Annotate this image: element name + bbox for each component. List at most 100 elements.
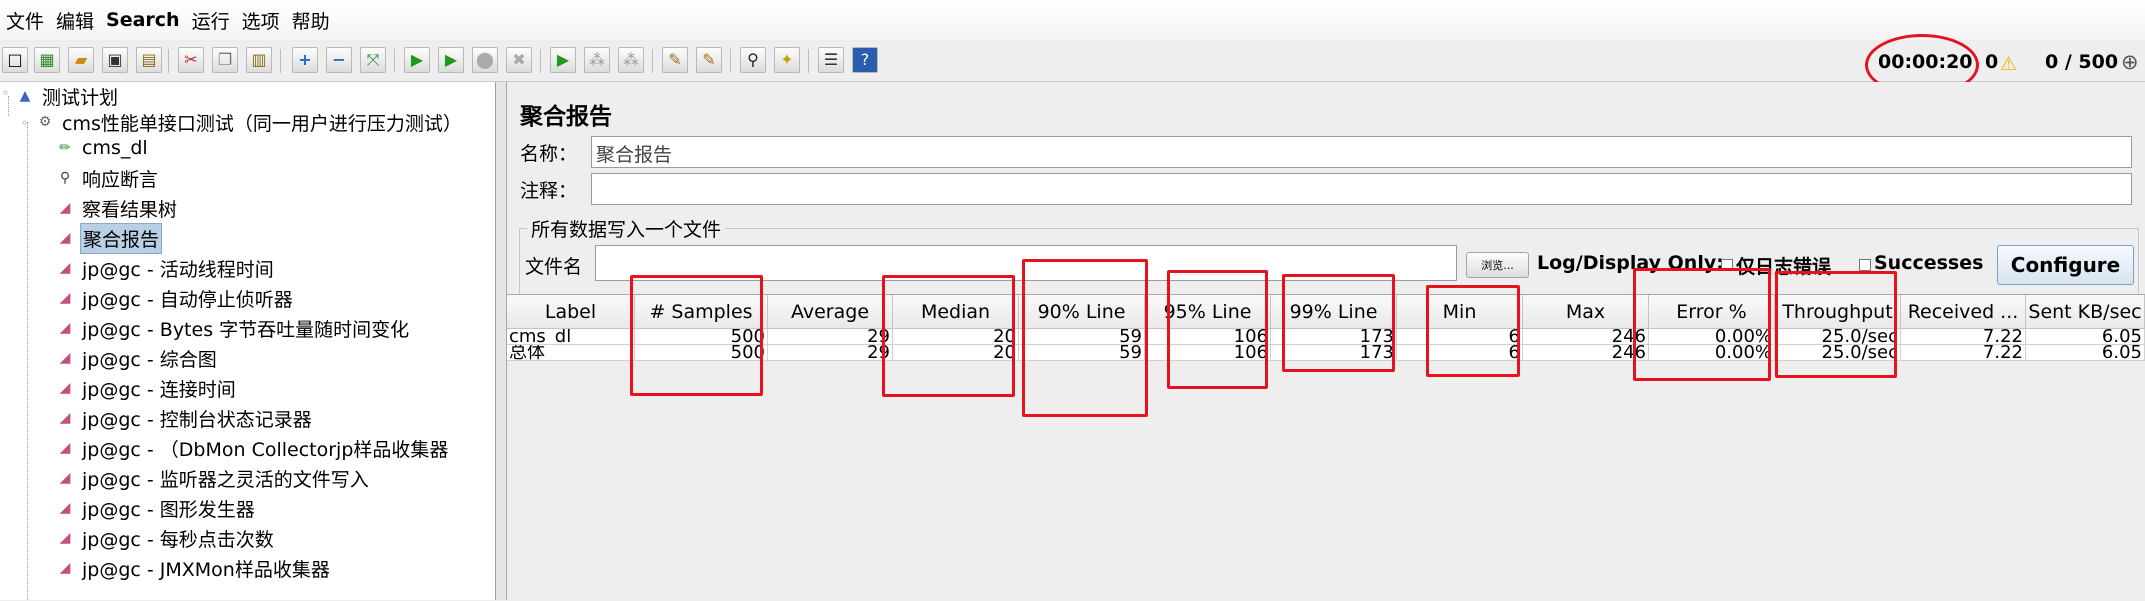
- errors-only-checkbox[interactable]: [1721, 259, 1733, 271]
- filename-input[interactable]: [595, 245, 1457, 281]
- copy-icon[interactable]: ❐: [212, 47, 238, 73]
- column-header-throughput[interactable]: Throughput: [1775, 295, 1901, 329]
- menu-options[interactable]: 选项: [236, 7, 286, 34]
- save-as-icon[interactable]: ▤: [136, 47, 162, 73]
- cell-min: 6: [1397, 329, 1523, 345]
- table-row[interactable]: 总体 500 29 20 59 106 173 6 246 0.00% 25.0/sec 7.22 6.…: [507, 345, 2145, 361]
- collapse-icon[interactable]: −: [326, 47, 352, 73]
- tree-item[interactable]: ◢ 察看结果树: [56, 194, 179, 222]
- column-header-90-line[interactable]: 90% Line: [1019, 295, 1145, 329]
- tree-item[interactable]: ◢ jp@gc - 监听器之灵活的文件写入: [56, 464, 371, 492]
- tree-item-label: 聚合报告: [80, 222, 163, 254]
- remote-shutdown-icon[interactable]: ⁂: [618, 47, 644, 73]
- browse-button[interactable]: 浏览...: [1466, 252, 1529, 278]
- tree-item[interactable]: ◢ jp@gc - 自动停止侦听器: [56, 284, 295, 312]
- expand-icon[interactable]: +: [292, 47, 318, 73]
- cell-average: 29: [768, 329, 893, 345]
- warning-icon[interactable]: ⚠: [2000, 53, 2017, 75]
- tree-item[interactable]: ⚲ 响应断言: [56, 164, 160, 192]
- tree-item[interactable]: ◢ jp@gc - 活动线程时间: [56, 254, 276, 282]
- menu-bar: 文件 编辑 Search 运行 选项 帮助: [0, 0, 2145, 40]
- cell-95-line: 106: [1145, 329, 1271, 345]
- table-row[interactable]: cms_dl 500 29 20 59 106 173 6 246 0.00% 25.0/sec 7.…: [507, 329, 2145, 345]
- expander-icon[interactable]: ◦: [21, 116, 28, 130]
- tree-item-label: jp@gc - 自动停止侦听器: [82, 288, 293, 311]
- tree-thread-group[interactable]: ⚙ cms性能单接口测试（同一用户进行压力测试）: [36, 108, 464, 136]
- remote-stop-icon[interactable]: ⁂: [584, 47, 610, 73]
- successes-checkbox[interactable]: [1859, 259, 1871, 271]
- cell-max: 246: [1523, 345, 1649, 361]
- tree-item[interactable]: ◢ jp@gc - Bytes 字节吞吐量随时间变化: [56, 314, 411, 342]
- column-header-error[interactable]: Error %: [1649, 295, 1775, 329]
- start-no-pause-icon[interactable]: ▶: [438, 47, 464, 73]
- toolbar: □ ▦ ▰ ▣ ▤ ✂ ❐ ▥ + − ⤧ ▶ ▶ ⬤ ✖ ▶ ⁂ ⁂ ✎ ✎ …: [0, 41, 2145, 82]
- start-icon[interactable]: ▶: [404, 47, 430, 73]
- column-header-sent[interactable]: Sent KB/sec: [2026, 295, 2145, 329]
- menu-search[interactable]: Search: [100, 9, 186, 31]
- panel-splitter[interactable]: [496, 82, 507, 600]
- tree-item[interactable]: ◢ 聚合报告: [56, 222, 163, 254]
- cell-received: 7.22: [1901, 345, 2026, 361]
- cell-max: 246: [1523, 329, 1649, 345]
- tree-item-label: jp@gc - （DbMon Collectorjp样品收集器: [82, 438, 449, 461]
- tree-item[interactable]: ◢ jp@gc - 控制台状态记录器: [56, 404, 314, 432]
- cell-median: 20: [893, 329, 1019, 345]
- clear-icon[interactable]: ✎: [662, 47, 688, 73]
- test-plan-tree: ◦ ▲ 测试计划 ◦ ⚙ cms性能单接口测试（同一用户进行压力测试） ✏ cms…: [0, 82, 496, 600]
- gear-icon: ⚙: [38, 114, 52, 130]
- tree-item[interactable]: ◢ jp@gc - 每秒点击次数: [56, 524, 276, 552]
- table-header: Label # Samples Average Median 90% Line 95% L…: [507, 295, 2145, 329]
- comment-label: 注释：: [520, 180, 578, 202]
- assertion-icon: ⚲: [59, 170, 71, 186]
- column-header-median[interactable]: Median: [893, 295, 1019, 329]
- stop-icon[interactable]: ⬤: [472, 47, 498, 73]
- paste-icon[interactable]: ▥: [246, 47, 272, 73]
- tree-item-label: jp@gc - 监听器之灵活的文件写入: [82, 468, 369, 491]
- tree-root[interactable]: ▲ 测试计划: [16, 82, 120, 110]
- search-icon[interactable]: ⚲: [740, 47, 766, 73]
- menu-help[interactable]: 帮助: [286, 7, 336, 34]
- tree-item-label: jp@gc - 活动线程时间: [82, 258, 274, 281]
- tree-item[interactable]: ◢ jp@gc - 综合图: [56, 344, 219, 372]
- cell-sent: 6.05: [2026, 345, 2145, 361]
- menu-run[interactable]: 运行: [186, 7, 236, 34]
- new-icon[interactable]: □: [2, 47, 28, 73]
- tree-item[interactable]: ◢ jp@gc - JMXMon样品收集器: [56, 554, 332, 582]
- remote-start-icon[interactable]: ▶: [550, 47, 576, 73]
- tree-item[interactable]: ◢ jp@gc - （DbMon Collectorjp样品收集器: [56, 434, 450, 462]
- shutdown-icon[interactable]: ✖: [506, 47, 532, 73]
- toggle-icon[interactable]: ⤧: [360, 47, 386, 73]
- column-header-label[interactable]: Label: [507, 295, 635, 329]
- clear-all-icon[interactable]: ✎: [696, 47, 722, 73]
- cell-samples: 500: [635, 329, 768, 345]
- column-header-received[interactable]: Received ...: [1901, 295, 2026, 329]
- column-header-average[interactable]: Average: [768, 295, 893, 329]
- configure-button[interactable]: Configure: [1997, 245, 2134, 285]
- save-icon[interactable]: ▣: [102, 47, 128, 73]
- comment-field[interactable]: [591, 173, 2132, 205]
- menu-file[interactable]: 文件: [0, 7, 50, 34]
- tree-item-label: jp@gc - 连接时间: [82, 378, 236, 401]
- cell-90-line: 59: [1019, 345, 1145, 361]
- tree-item[interactable]: ✏ cms_dl: [56, 134, 150, 162]
- listener-icon: ◢: [59, 440, 71, 456]
- column-header-samples[interactable]: # Samples: [635, 295, 768, 329]
- templates-icon[interactable]: ▦: [34, 47, 60, 73]
- cut-icon[interactable]: ✂: [178, 47, 204, 73]
- column-header-max[interactable]: Max: [1523, 295, 1649, 329]
- tree-item[interactable]: ◢ jp@gc - 连接时间: [56, 374, 238, 402]
- menu-edit[interactable]: 编辑: [50, 7, 100, 34]
- column-header-95-line[interactable]: 95% Line: [1145, 295, 1271, 329]
- open-icon[interactable]: ▰: [68, 47, 94, 73]
- expander-icon[interactable]: ◦: [2, 86, 9, 100]
- column-header-min[interactable]: Min: [1397, 295, 1523, 329]
- reset-search-icon[interactable]: ✦: [774, 47, 800, 73]
- function-helper-icon[interactable]: ☰: [818, 47, 844, 73]
- tree-item[interactable]: ◢ jp@gc - 图形发生器: [56, 494, 257, 522]
- cell-error: 0.00%: [1649, 329, 1775, 345]
- column-header-99-line[interactable]: 99% Line: [1271, 295, 1397, 329]
- help-icon[interactable]: ?: [852, 47, 878, 73]
- name-field[interactable]: 聚合报告: [591, 136, 2132, 168]
- cell-label: 总体: [507, 345, 635, 361]
- elapsed-time: 00:00:20: [1878, 51, 1973, 73]
